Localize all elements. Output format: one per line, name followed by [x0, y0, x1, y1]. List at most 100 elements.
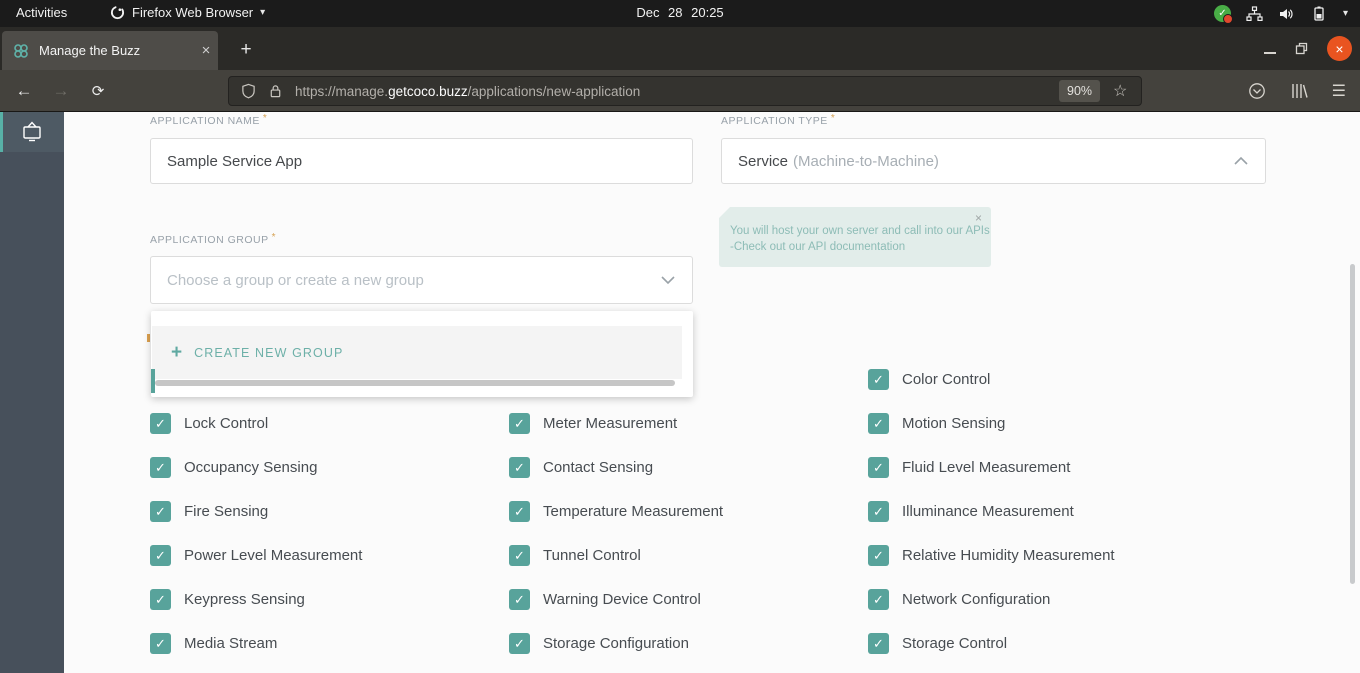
capability-item[interactable]: ✓ Temperature Measurement [509, 501, 868, 522]
application-type-tooltip: × You will host your own server and call… [719, 207, 991, 267]
tracking-protection-shield-icon[interactable] [241, 83, 256, 99]
vertical-scrollbar[interactable] [1350, 264, 1355, 584]
capability-item[interactable]: ✓ Illuminance Measurement [868, 501, 1288, 522]
capability-item[interactable]: ✓ Network Configuration [868, 589, 1288, 610]
app-menu-button[interactable]: Firefox Web Browser ▾ [110, 5, 265, 20]
capability-label: Meter Measurement [543, 415, 678, 432]
checkbox-checked-icon[interactable]: ✓ [509, 501, 530, 522]
volume-icon[interactable] [1278, 6, 1295, 22]
tooltip-line-1: You will host your own server and call i… [730, 225, 990, 237]
reload-button[interactable]: ⟳ [82, 70, 114, 112]
battery-icon[interactable] [1310, 6, 1328, 22]
software-update-icon[interactable]: ✓ [1213, 5, 1233, 24]
checkbox-checked-icon[interactable]: ✓ [150, 545, 171, 566]
capability-label: Keypress Sensing [184, 591, 305, 608]
chevron-down-icon[interactable] [660, 275, 676, 285]
required-asterisk: * [262, 113, 268, 124]
capability-label: Motion Sensing [902, 415, 1006, 432]
capability-item[interactable]: ✓ Motion Sensing [868, 413, 1288, 434]
capability-label: Media Stream [184, 635, 278, 652]
capability-label: Storage Control [902, 635, 1008, 652]
capability-label: Network Configuration [902, 591, 1051, 608]
checkbox-checked-icon[interactable]: ✓ [509, 457, 530, 478]
activities-button[interactable]: Activities [16, 5, 67, 20]
capability-item[interactable]: ✓ Relative Humidity Measurement [868, 545, 1288, 566]
capability-label: Color Control [902, 371, 991, 388]
clock[interactable]: Dec 28 20:25 [636, 5, 723, 20]
checkbox-checked-icon[interactable]: ✓ [509, 633, 530, 654]
tab-manage-the-buzz[interactable]: Manage the Buzz × [2, 31, 218, 70]
application-group-label: APPLICATION GROUP * [150, 232, 276, 246]
close-button[interactable]: × [1327, 36, 1352, 61]
capability-item[interactable]: ✓ Storage Configuration [509, 633, 868, 654]
application-name-input[interactable] [150, 138, 693, 184]
capability-label: Power Level Measurement [184, 547, 363, 564]
application-group-select[interactable]: Choose a group or create a new group [150, 256, 693, 304]
page-content: APPLICATION NAME* APPLICATION TYPE* Serv… [0, 112, 1360, 673]
checkbox-checked-icon[interactable]: ✓ [150, 457, 171, 478]
capability-item[interactable]: ✓ Occupancy Sensing [150, 457, 509, 478]
checkbox-checked-icon[interactable]: ✓ [509, 589, 530, 610]
required-asterisk: * [271, 232, 276, 243]
capability-item[interactable]: ✓ Media Stream [150, 633, 509, 654]
horizontal-scrollbar[interactable] [155, 380, 675, 386]
checkbox-checked-icon[interactable]: ✓ [150, 589, 171, 610]
forward-button[interactable]: → [45, 70, 77, 112]
checkbox-checked-icon[interactable]: ✓ [509, 545, 530, 566]
capability-item[interactable]: ✓ Tunnel Control [509, 545, 868, 566]
capabilities-grid: ✓ Lock Control ✓ Meter Measurement ✓ Motion… [150, 413, 1290, 673]
system-menu-caret-icon[interactable]: ▾ [1343, 8, 1348, 19]
capability-item[interactable]: ✓ Power Level Measurement [150, 545, 509, 566]
checkbox-checked-icon[interactable]: ✓ [868, 545, 889, 566]
lock-icon[interactable] [268, 83, 283, 99]
checkbox-checked-icon[interactable]: ✓ [150, 633, 171, 654]
checkbox-checked-icon[interactable]: ✓ [868, 457, 889, 478]
checkbox-checked-icon[interactable]: ✓ [868, 501, 889, 522]
capability-item[interactable]: ✓ Contact Sensing [509, 457, 868, 478]
new-tab-button[interactable]: + [232, 36, 260, 64]
checkbox-checked-icon[interactable]: ✓ [868, 589, 889, 610]
capability-label: Temperature Measurement [543, 503, 724, 520]
restore-button[interactable] [1295, 42, 1308, 55]
chevron-up-icon[interactable] [1233, 156, 1249, 166]
library-icon[interactable] [1290, 82, 1308, 100]
capability-label: Illuminance Measurement [902, 503, 1074, 520]
capability-label: Occupancy Sensing [184, 459, 318, 476]
url-scheme: https://manage. [295, 83, 389, 99]
tooltip-close-icon[interactable]: × [975, 211, 982, 225]
capability-item[interactable]: ✓ Keypress Sensing [150, 589, 509, 610]
hamburger-menu-icon[interactable]: ☰ [1332, 81, 1346, 101]
capability-item[interactable]: ✓ Warning Device Control [509, 589, 868, 610]
capability-label: Relative Humidity Measurement [902, 547, 1115, 564]
app-sidebar [0, 112, 64, 673]
zoom-level-badge[interactable]: 90% [1059, 80, 1101, 102]
url-bar[interactable]: https://manage.getcoco.buzz/applications… [228, 76, 1142, 106]
capability-item[interactable]: ✓ Fluid Level Measurement [868, 457, 1288, 478]
minimize-button[interactable] [1264, 51, 1276, 54]
create-new-group-option[interactable]: + CREATE NEW GROUP [152, 326, 682, 379]
back-button[interactable]: ← [8, 70, 40, 112]
checkbox-checked-icon[interactable]: ✓ [150, 501, 171, 522]
capability-item[interactable]: ✓ Lock Control [150, 413, 509, 434]
application-type-select[interactable]: Service (Machine-to-Machine) [721, 138, 1266, 184]
network-icon[interactable] [1246, 5, 1263, 22]
pocket-icon[interactable] [1248, 82, 1266, 100]
bookmark-star-icon[interactable]: ☆ [1113, 81, 1127, 101]
checkbox-checked-icon[interactable]: ✓ [868, 413, 889, 434]
sidebar-item-applications[interactable] [0, 112, 64, 152]
checkbox-checked-icon[interactable]: ✓ [868, 633, 889, 654]
capability-item[interactable]: ✓ Fire Sensing [150, 501, 509, 522]
capability-item[interactable]: ✓ Storage Control [868, 633, 1288, 654]
url-text: https://manage.getcoco.buzz/applications… [295, 84, 640, 99]
capability-item[interactable]: ✓ Color Control [868, 369, 990, 390]
checkbox-checked-icon[interactable]: ✓ [868, 369, 889, 390]
checkbox-checked-icon[interactable]: ✓ [150, 413, 171, 434]
screen: Activities Firefox Web Browser ▾ Dec 28 … [0, 0, 1360, 673]
capability-item[interactable]: ✓ Meter Measurement [509, 413, 868, 434]
window-controls: × [1264, 27, 1352, 70]
checkbox-checked-icon[interactable]: ✓ [509, 413, 530, 434]
app-menu-caret-icon: ▾ [260, 7, 266, 18]
tab-close-icon[interactable]: × [194, 42, 218, 59]
tooltip-line-2: -Check out our API documentation [730, 241, 906, 253]
capability-label: Fluid Level Measurement [902, 459, 1071, 476]
